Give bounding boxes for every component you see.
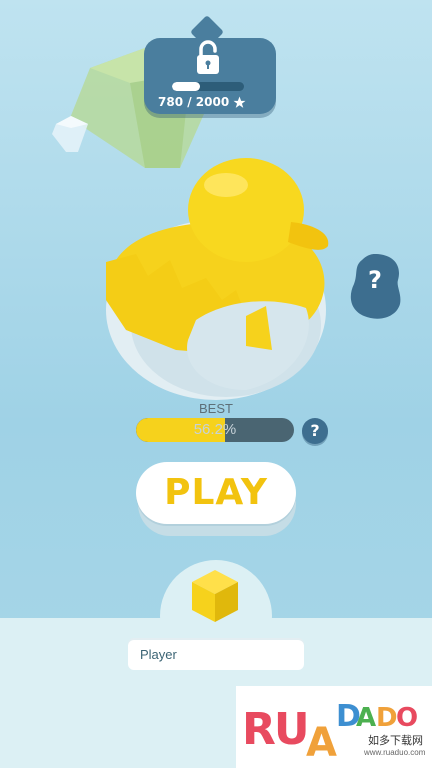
hint-bubble-label: ?: [368, 266, 382, 294]
svg-text:A: A: [306, 720, 337, 766]
play-button[interactable]: PLAY: [136, 462, 296, 524]
duck-character: [106, 158, 329, 400]
svg-text:D: D: [376, 703, 398, 733]
unlock-progress-bar: [172, 82, 244, 91]
cube-icon[interactable]: [190, 568, 240, 624]
best-label: BEST: [199, 401, 233, 416]
watermark-url: www.ruaduo.com: [364, 748, 426, 757]
unlock-progress-label: 780 / 2000: [158, 95, 266, 109]
player-name-value: Player: [140, 647, 177, 662]
lock-icon: [197, 40, 219, 74]
svg-text:RU: RU: [242, 704, 308, 755]
unlock-progress-value: 780 / 2000: [158, 95, 230, 109]
unlock-progress-fill: [172, 82, 201, 91]
site-watermark: RU A D A D O 如多下载网 www.ruaduo.com: [236, 686, 432, 768]
gem-decoration-small: [52, 116, 88, 152]
best-help-button[interactable]: ?: [302, 418, 328, 444]
svg-text:A: A: [356, 703, 376, 733]
watermark-subtitle: 如多下载网: [368, 734, 423, 747]
svg-text:O: O: [396, 703, 418, 733]
game-scene: 780 / 2000 ? BEST 56.2% ? PLAY Player RU…: [0, 0, 432, 768]
best-progress-value: 56.2%: [193, 421, 237, 438]
star-icon: [233, 96, 246, 108]
